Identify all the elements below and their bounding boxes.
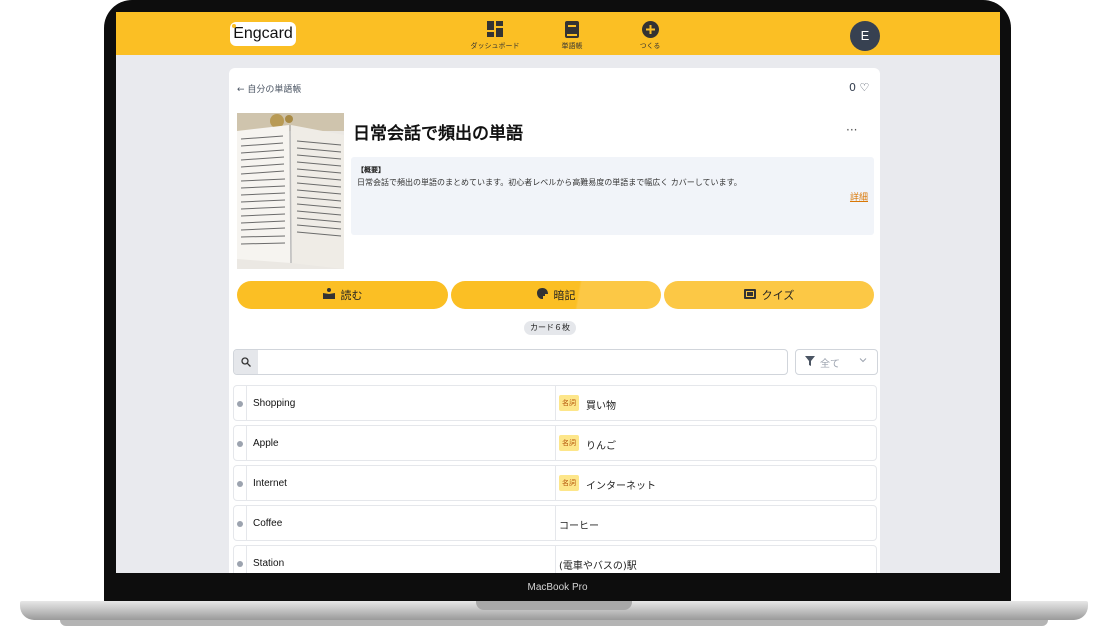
- user-avatar[interactable]: E: [850, 21, 880, 51]
- read-button[interactable]: 読む: [237, 281, 448, 309]
- top-navigation-bar: Engcard ダッシュボード 単語帳 つくる E: [116, 12, 1000, 55]
- summary-text: 日常会話で頻出の単語のまとめています。初心者レベルから高難易度の単語まで幅広く …: [357, 178, 742, 187]
- card-meaning: りんご: [586, 441, 616, 452]
- dashboard-icon: [455, 20, 535, 38]
- card-row[interactable]: Station (電車やバスの)駅: [233, 545, 877, 573]
- summary-box: 【概要】 日常会話で頻出の単語のまとめています。初心者レベルから高難易度の単語ま…: [351, 157, 874, 235]
- part-of-speech-badge: 名詞: [559, 395, 579, 411]
- card-word: Station: [253, 558, 285, 569]
- like-counter[interactable]: 0 ♡: [849, 81, 869, 94]
- card-word: Shopping: [253, 398, 296, 409]
- card-list: Shopping 名詞 買い物 Apple 名詞 りんご Internet 名詞…: [233, 385, 877, 573]
- laptop-notch: [476, 601, 632, 610]
- card-meaning: インターネット: [586, 481, 656, 492]
- part-of-speech-badge: 名詞: [559, 435, 579, 451]
- drag-handle[interactable]: [237, 401, 243, 407]
- wordbook-title: 日常会話で頻出の単語: [353, 124, 523, 144]
- memorize-button[interactable]: 暗記: [451, 281, 661, 309]
- drag-handle[interactable]: [237, 481, 243, 487]
- card-word: Coffee: [253, 518, 283, 529]
- wordbook-cover-image: [237, 113, 344, 269]
- card-row[interactable]: Internet 名詞 インターネット: [233, 465, 877, 501]
- nav-dashboard-label: ダッシュボード: [470, 42, 520, 50]
- app-screen: Engcard ダッシュボード 単語帳 つくる E ← 自分の単語帳 0 ♡ 日…: [116, 12, 1000, 573]
- plus-circle-icon: [610, 20, 690, 38]
- filter-select[interactable]: 全て: [795, 349, 878, 375]
- reading-icon: [322, 288, 335, 302]
- drag-handle[interactable]: [237, 441, 243, 447]
- card-row[interactable]: Shopping 名詞 買い物: [233, 385, 877, 421]
- card-meaning: (電車やバスの)駅: [559, 561, 637, 572]
- card-word: Internet: [253, 478, 287, 489]
- card-row[interactable]: Coffee コーヒー: [233, 505, 877, 541]
- wordbook-card: ← 自分の単語帳 0 ♡ 日常会話で頻出の単語 ··· 【概要】 日常会話で頻出…: [229, 68, 880, 573]
- detail-link[interactable]: 詳細: [850, 190, 868, 203]
- brain-icon: [536, 288, 548, 302]
- more-options-button[interactable]: ···: [846, 123, 857, 137]
- card-count-badge: カード６枚: [524, 321, 576, 335]
- nav-create[interactable]: つくる: [610, 20, 690, 51]
- nav-wordbooks-label: 単語帳: [561, 42, 583, 50]
- drag-handle[interactable]: [237, 521, 243, 527]
- quiz-button-label: クイズ: [761, 289, 795, 302]
- card-meaning: コーヒー: [559, 521, 599, 532]
- device-label: MacBook Pro: [527, 582, 588, 593]
- part-of-speech-badge: 名詞: [559, 475, 579, 491]
- memorize-button-label: 暗記: [553, 289, 576, 302]
- search-field[interactable]: [233, 349, 788, 375]
- arrow-left-icon: ←: [237, 85, 248, 95]
- nav-dashboard[interactable]: ダッシュボード: [455, 20, 535, 51]
- summary-heading: 【概要】: [357, 166, 385, 174]
- heart-icon: ♡: [859, 81, 870, 94]
- book-icon: [532, 20, 612, 38]
- chevron-down-icon: [859, 356, 867, 367]
- app-logo[interactable]: Engcard: [230, 22, 296, 46]
- laptop-base-shadow: [60, 620, 1048, 626]
- filter-icon: [805, 355, 815, 369]
- back-link[interactable]: ← 自分の単語帳: [237, 82, 301, 95]
- nav-wordbooks[interactable]: 単語帳: [532, 20, 612, 51]
- search-icon[interactable]: [234, 350, 258, 374]
- card-word: Apple: [253, 438, 279, 449]
- filter-value: 全て: [820, 358, 840, 370]
- quiz-book-icon: [743, 288, 756, 302]
- study-mode-actions: 読む 暗記 クイズ: [237, 281, 874, 309]
- card-row[interactable]: Apple 名詞 りんご: [233, 425, 877, 461]
- quiz-button[interactable]: クイズ: [664, 281, 874, 309]
- drag-handle[interactable]: [237, 561, 243, 567]
- read-button-label: 読む: [340, 289, 363, 302]
- nav-create-label: つくる: [639, 42, 661, 50]
- card-meaning: 買い物: [586, 401, 616, 412]
